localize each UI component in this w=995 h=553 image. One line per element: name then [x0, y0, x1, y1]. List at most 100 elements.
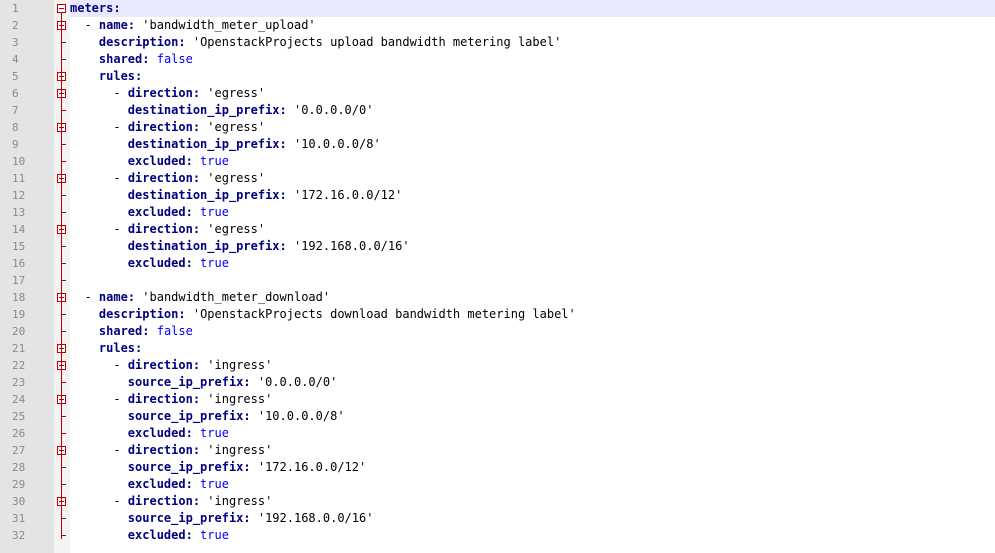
code-line[interactable]: source_ip_prefix: '0.0.0.0/0'	[70, 374, 995, 391]
code-line[interactable]: excluded: true	[70, 153, 995, 170]
line-number: 11	[12, 172, 26, 185]
key-separator: :	[243, 460, 258, 474]
yaml-value: true	[200, 528, 229, 542]
code-line[interactable]: excluded: true	[70, 204, 995, 221]
yaml-key: rules	[98, 341, 136, 355]
code-text: excluded: true	[70, 476, 229, 493]
yaml-value: false	[156, 52, 193, 66]
code-line[interactable]: source_ip_prefix: '172.16.0.0/12'	[70, 459, 995, 476]
code-line[interactable]	[70, 272, 995, 289]
code-line[interactable]: source_ip_prefix: '192.168.0.0/16'	[70, 510, 995, 527]
line-number: 19	[12, 308, 26, 321]
yaml-key: description	[98, 307, 179, 321]
code-line[interactable]: - direction: 'ingress'	[70, 357, 995, 374]
fold-toggle-icon[interactable]	[57, 4, 66, 13]
yaml-key: direction	[127, 171, 193, 185]
code-line[interactable]: - name: 'bandwidth_meter_download'	[70, 289, 995, 306]
line-number: 4	[12, 53, 19, 66]
code-line[interactable]: destination_ip_prefix: '192.168.0.0/16'	[70, 238, 995, 255]
code-line[interactable]: description: 'OpenstackProjects upload b…	[70, 34, 995, 51]
code-line[interactable]: excluded: true	[70, 425, 995, 442]
yaml-value: 'egress'	[207, 120, 266, 134]
code-line[interactable]: excluded: true	[70, 527, 995, 544]
code-line[interactable]: - direction: 'egress'	[70, 119, 995, 136]
code-line[interactable]: shared: false	[70, 323, 995, 340]
code-text: - direction: 'ingress'	[70, 357, 272, 374]
yaml-value: 'ingress'	[207, 494, 273, 508]
code-line[interactable]: - direction: 'egress'	[70, 85, 995, 102]
line-number: 16	[12, 257, 26, 270]
yaml-value: 'egress'	[207, 86, 266, 100]
code-line[interactable]: description: 'OpenstackProjects download…	[70, 306, 995, 323]
yaml-key: excluded	[127, 528, 186, 542]
line-number: 3	[12, 36, 19, 49]
code-text: - name: 'bandwidth_meter_download'	[70, 289, 330, 306]
code-line[interactable]: meters:	[70, 0, 995, 17]
code-line[interactable]: - direction: 'egress'	[70, 170, 995, 187]
line-number: 20	[12, 325, 26, 338]
code-text: excluded: true	[70, 204, 229, 221]
yaml-key: description	[98, 35, 179, 49]
code-line[interactable]: - direction: 'egress'	[70, 221, 995, 238]
code-line[interactable]: - direction: 'ingress'	[70, 391, 995, 408]
key-separator: :	[279, 188, 294, 202]
yaml-key: shared	[98, 324, 143, 338]
key-separator: :	[279, 239, 294, 253]
code-line[interactable]: - direction: 'ingress'	[70, 442, 995, 459]
yaml-value: 'ingress'	[207, 443, 273, 457]
line-number: 14	[12, 223, 26, 236]
code-editor[interactable]: 1 2 3 4 5 6 7 8 9 10 11 12 13 14 15 16 17 18 19 20 21 22 23 24 2…	[0, 0, 995, 553]
code-text: description: 'OpenstackProjects upload b…	[70, 34, 561, 51]
code-line[interactable]: shared: false	[70, 51, 995, 68]
line-number: 5	[12, 70, 19, 83]
code-text: source_ip_prefix: '172.16.0.0/12'	[70, 459, 366, 476]
code-line[interactable]: destination_ip_prefix: '0.0.0.0/0'	[70, 102, 995, 119]
code-line[interactable]: excluded: true	[70, 255, 995, 272]
yaml-value: 'ingress'	[207, 358, 273, 372]
code-text: rules:	[70, 68, 142, 85]
yaml-key: direction	[127, 443, 193, 457]
code-line[interactable]: destination_ip_prefix: '172.16.0.0/12'	[70, 187, 995, 204]
yaml-value: '0.0.0.0/0'	[293, 103, 374, 117]
code-text-area[interactable]: meters: - name: 'bandwidth_meter_upload'…	[70, 0, 995, 553]
key-separator: :	[142, 324, 157, 338]
yaml-value: 'egress'	[207, 222, 266, 236]
list-dash: -	[113, 86, 128, 100]
line-number: 28	[12, 461, 26, 474]
code-text: shared: false	[70, 51, 193, 68]
code-text: - direction: 'egress'	[70, 85, 265, 102]
key-separator: :	[135, 69, 143, 83]
code-line[interactable]: rules:	[70, 340, 995, 357]
code-line[interactable]: rules:	[70, 68, 995, 85]
code-line[interactable]: - direction: 'ingress'	[70, 493, 995, 510]
code-line[interactable]: destination_ip_prefix: '10.0.0.0/8'	[70, 136, 995, 153]
fold-margin[interactable]	[54, 0, 70, 553]
code-line[interactable]: source_ip_prefix: '10.0.0.0/8'	[70, 408, 995, 425]
code-text: - direction: 'egress'	[70, 119, 265, 136]
code-line[interactable]: - name: 'bandwidth_meter_upload'	[70, 17, 995, 34]
list-dash: -	[113, 494, 128, 508]
key-separator: :	[142, 52, 157, 66]
key-separator: :	[185, 154, 201, 168]
code-text: description: 'OpenstackProjects download…	[70, 306, 576, 323]
yaml-key: shared	[98, 52, 143, 66]
code-text: - direction: 'ingress'	[70, 391, 272, 408]
code-line[interactable]: excluded: true	[70, 476, 995, 493]
list-dash: -	[113, 171, 128, 185]
yaml-key: excluded	[127, 205, 186, 219]
key-separator: :	[185, 426, 201, 440]
yaml-value: false	[156, 324, 193, 338]
list-dash: -	[113, 358, 128, 372]
